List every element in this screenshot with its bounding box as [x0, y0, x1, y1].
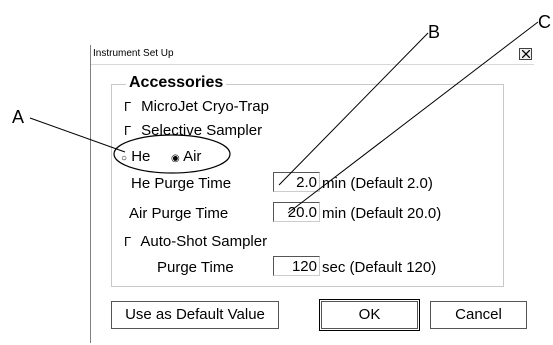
accessories-group-title: Accessories	[126, 74, 227, 92]
he-purge-input[interactable]: 2.0	[273, 172, 320, 192]
checkbox-icon: Γ	[124, 99, 132, 114]
checkbox-icon: Γ	[124, 234, 132, 249]
purge-time-label: Purge Time	[157, 259, 234, 276]
title-bar[interactable]: Instrument Set Up	[91, 45, 534, 65]
callout-a-label: A	[12, 107, 25, 127]
close-button[interactable]	[519, 48, 532, 60]
he-radio[interactable]: ○ He	[121, 148, 150, 167]
cancel-button[interactable]: Cancel	[430, 301, 527, 329]
ok-button[interactable]: OK	[319, 299, 420, 331]
microjet-checkbox[interactable]: Γ MicroJet Cryo-Trap	[124, 98, 269, 115]
air-purge-input[interactable]: 20.0	[273, 202, 320, 222]
autoshot-checkbox[interactable]: Γ Auto-Shot Sampler	[124, 233, 267, 250]
selective-sampler-label: Selective Sampler	[141, 122, 263, 139]
air-purge-unit: min (Default 20.0)	[322, 205, 442, 222]
he-label: He	[131, 148, 151, 165]
he-purge-label: He Purge Time	[131, 175, 232, 192]
purge-time-input[interactable]: 120	[273, 256, 320, 276]
autoshot-label: Auto-Shot Sampler	[140, 233, 268, 250]
callout-b-label: B	[428, 22, 441, 42]
radio-on-icon: ◉	[171, 153, 180, 164]
he-purge-unit: min (Default 2.0)	[322, 175, 433, 192]
air-label: Air	[183, 148, 202, 165]
radio-off-icon: ○	[121, 153, 128, 164]
air-radio[interactable]: ◉ Air	[171, 148, 201, 167]
use-as-default-button[interactable]: Use as Default Value	[111, 301, 279, 329]
purge-time-unit: sec (Default 120)	[322, 259, 437, 276]
checkbox-icon: Γ	[124, 123, 132, 138]
close-icon	[522, 50, 530, 58]
instrument-setup-dialog: Instrument Set Up Accessories Γ MicroJet…	[90, 45, 535, 343]
air-purge-label: Air Purge Time	[129, 205, 229, 222]
window-title: Instrument Set Up	[93, 48, 174, 59]
selective-sampler-checkbox[interactable]: Γ Selective Sampler	[124, 122, 262, 139]
microjet-label: MicroJet Cryo-Trap	[141, 98, 269, 115]
callout-c-label: C	[538, 12, 551, 32]
